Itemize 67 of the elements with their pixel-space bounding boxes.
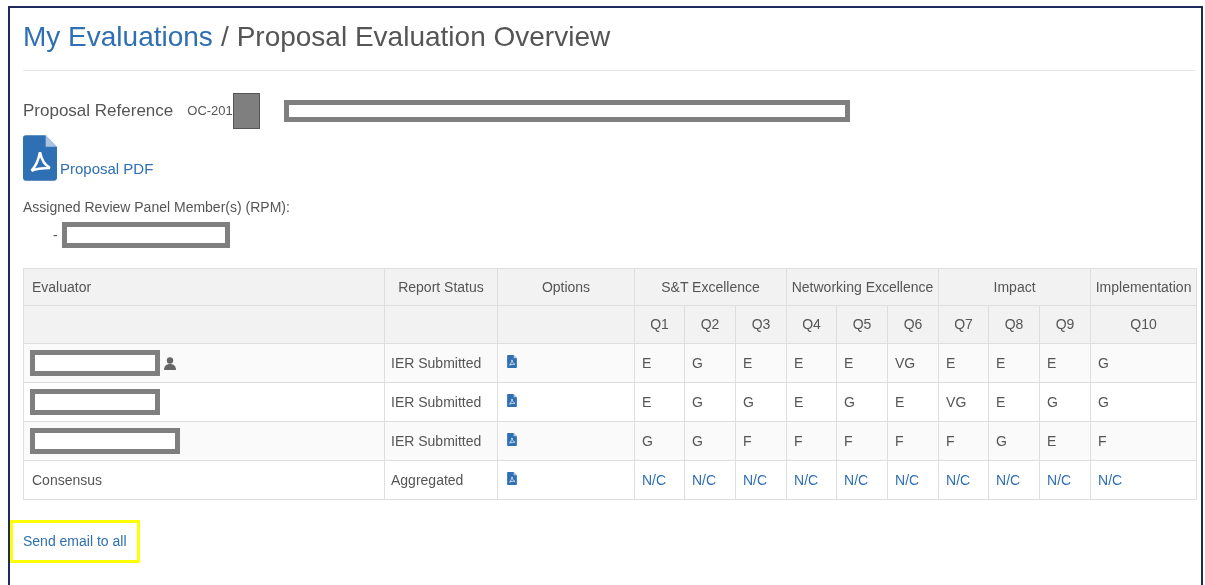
evaluator-name: Consensus [31,470,103,490]
table-cell: VG [887,343,939,383]
table-cell: E [1039,343,1091,383]
rpm-label: Assigned Review Panel Member(s) (RPM): [23,198,291,217]
table-cell: E [836,343,888,383]
table-cell: E [988,382,1040,422]
proposal-pdf-link[interactable]: Proposal PDF [60,157,154,180]
column-header: Q6 [887,305,939,344]
table-cell: F [786,421,837,461]
breadcrumb-separator: / [220,20,229,54]
table-cell: F [1090,421,1197,461]
column-header: Implementation [1090,268,1197,306]
breadcrumb-link[interactable]: My Evaluations [23,16,213,58]
table-cell: E [786,382,837,422]
table-cell: E [988,343,1040,383]
field-label: Proposal Reference [23,100,174,123]
column-header: Q2 [684,305,736,344]
column-header: Report Status [384,268,498,306]
column-header: S&T Excellence [634,268,787,306]
send-email-link[interactable]: Send email to all [10,520,140,563]
column-header: Q7 [938,305,989,344]
pdf-file-icon[interactable] [23,135,57,181]
column-header: Q10 [1090,305,1197,344]
table-cell: G [634,421,685,461]
table-cell: IER Submitted [384,421,498,461]
column-header: Options [497,268,635,306]
table-cell: E [1039,421,1091,461]
table-cell: G [684,421,736,461]
table-cell: G [1039,382,1091,422]
table-cell: G [988,421,1040,461]
score-link[interactable]: N/C [1098,471,1123,488]
table-cell: G [684,382,736,422]
table-cell: Aggregated [384,460,498,500]
table-cell: IER Submitted [384,343,498,383]
column-header: Q9 [1039,305,1091,344]
table-cell: E [634,382,685,422]
table-cell: E [634,343,685,383]
column-header: Impact [938,268,1091,306]
table-cell: G [684,343,736,383]
table-cell: E [735,343,787,383]
column-header: Q1 [634,305,685,344]
column-header: Q8 [988,305,1040,344]
table-cell: F [938,421,989,461]
pdf-file-icon[interactable] [507,471,517,485]
table-cell: E [786,343,837,383]
page-title: Proposal Evaluation Overview [236,20,611,54]
table-cell: G [1090,343,1197,383]
column-header: Q4 [786,305,837,344]
table-cell: F [836,421,888,461]
pdf-file-icon[interactable] [507,354,517,368]
table-cell: E [938,343,989,383]
column-header: Networking Excellence [786,268,939,306]
table-cell: G [1090,382,1197,422]
reference-value: OC-201 [187,102,233,121]
table-cell: F [887,421,939,461]
table-cell: E [887,382,939,422]
column-header: Evaluator [23,268,385,306]
table-cell: F [735,421,787,461]
list-bullet: - [53,225,58,245]
pdf-file-icon[interactable] [507,432,517,446]
pdf-file-icon[interactable] [507,393,517,407]
column-header: Q3 [735,305,787,344]
column-header: Q5 [836,305,888,344]
table-cell: VG [938,382,989,422]
table-cell: IER Submitted [384,382,498,422]
table-cell: G [735,382,787,422]
table-cell: G [836,382,888,422]
